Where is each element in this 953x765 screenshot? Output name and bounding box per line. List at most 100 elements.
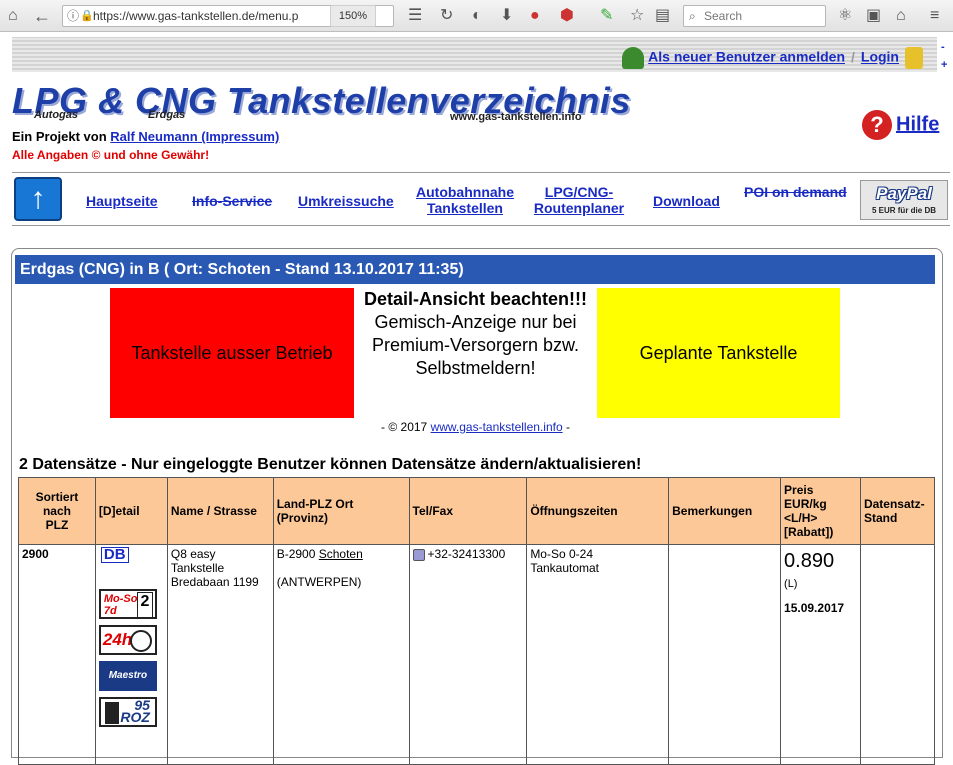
copyright-link[interactable]: www.gas-tankstellen.info	[431, 420, 563, 434]
col-status-line2: Stand	[863, 511, 898, 525]
screenshot-icon[interactable]: ⚛	[838, 6, 852, 26]
project-prefix: Ein Projekt von	[12, 129, 111, 144]
cell-detail: DB Mo-So 7d 2 24h Maestro 95 ROZ	[94, 544, 168, 765]
badge-fuel-icon: 95 ROZ	[98, 697, 157, 727]
legend-detail-bold: Detail-Ansicht beachten!!!	[363, 289, 588, 309]
col-status-line1: Datensatz-	[863, 497, 925, 511]
download-icon[interactable]: ⬇	[500, 6, 513, 26]
col-price-line1: Preis	[784, 483, 814, 497]
logo-url: www.gas-tankstellen.info	[450, 111, 582, 123]
project-line: Ein Projekt von Ralf Neumann (Impressum)	[12, 129, 279, 144]
price-date: 15.09.2017	[784, 601, 845, 615]
name-line1: Q8 easy	[170, 547, 216, 561]
register-link[interactable]: Als neuer Benutzer anmelden	[648, 49, 845, 65]
up-arrow-icon[interactable]: ↑	[14, 177, 62, 221]
lock-icon: 🔒	[80, 10, 94, 22]
nav-hauptseite[interactable]: Hauptseite	[86, 193, 158, 209]
cell-hours: Mo-So 0-24 Tankautomat	[526, 544, 670, 765]
section-title: Erdgas (CNG) in B ( Ort: Schoten - Stand…	[15, 255, 935, 284]
price-unit: (L)	[784, 578, 798, 590]
name-line3: Bredabaan 1199	[170, 575, 259, 589]
paypal-sub: 5 EUR für die DB	[871, 206, 936, 215]
search-icon: ⌕	[689, 9, 696, 23]
col-sorted-line3: PLZ	[45, 518, 69, 532]
extension-icon[interactable]: ◐	[472, 6, 482, 26]
legend-planned: Geplante Tankstelle	[597, 288, 840, 418]
addon-icon[interactable]: ●	[530, 6, 540, 26]
cell-tel: +32-32413300	[408, 544, 528, 765]
search-placeholder: Search	[704, 9, 743, 23]
disclaimer: Alle Angaben © und ohne Gewähr!	[12, 148, 210, 162]
nav-download[interactable]: Download	[653, 193, 720, 209]
login-link[interactable]: Login	[861, 49, 899, 65]
detail-link[interactable]: DB	[100, 547, 129, 563]
cell-remarks	[668, 544, 782, 765]
help-link[interactable]: Hilfe	[896, 113, 939, 135]
logo-erdgas: Erdgas	[148, 109, 186, 121]
reload-icon[interactable]: ↻	[440, 6, 453, 26]
col-price-line2: EUR/kg	[784, 497, 827, 511]
col-land-line2: (Provinz)	[276, 511, 329, 525]
home-icon[interactable]: ⌂	[8, 6, 18, 26]
browser-toolbar: ⌂ ← ⓘ 🔒 https://www.gas-tankstellen.de/m…	[0, 0, 953, 32]
help-icon[interactable]: ?	[862, 110, 892, 140]
sidebar-icon[interactable]: ▣	[866, 6, 881, 26]
nav-poi-on-demand[interactable]: POI on demand	[744, 184, 847, 200]
padlock-icon	[905, 47, 923, 69]
maestro-card-icon: Maestro	[98, 661, 157, 691]
home-page-icon[interactable]: ⌂	[896, 6, 906, 26]
nav-autobahnnahe[interactable]: Autobahnnahe Tankstellen	[412, 184, 518, 216]
url-text: https://www.gas-tankstellen.de/menu.p	[93, 9, 299, 23]
badge-7d-text: 7d	[103, 605, 117, 617]
paypal-logo: PayPal	[876, 184, 932, 203]
info-icon[interactable]: ⓘ	[67, 6, 79, 26]
nav-divider-top	[12, 172, 950, 173]
paypal-button[interactable]: PayPal 5 EUR für die DB	[860, 180, 948, 220]
legend-out-of-service: Tankstelle ausser Betrieb	[110, 288, 354, 418]
copyright-prefix: - © 2017	[381, 420, 431, 434]
col-land: Land-PLZ Ort (Provinz)	[272, 477, 410, 545]
col-sorted-line2: nach	[42, 504, 71, 518]
badge-24h-icon: 24h	[98, 625, 157, 655]
badge-roz-text: ROZ	[120, 709, 150, 725]
phone-icon	[412, 548, 425, 561]
col-price: Preis EUR/kg <L/H> [Rabatt])	[780, 477, 861, 545]
bookmark-star-icon[interactable]: ☆	[630, 6, 644, 26]
hours-line1: Mo-So 0-24	[530, 547, 594, 561]
col-tel: Tel/Fax	[408, 477, 528, 545]
nav-umkreissuche[interactable]: Umkreissuche	[298, 193, 394, 209]
cell-name: Q8 easy Tankstelle Bredabaan 1199	[166, 544, 274, 765]
badge-moso-text: Mo-So	[103, 593, 138, 605]
col-sorted[interactable]: Sortiert nach PLZ	[18, 477, 96, 545]
account-links: Als neuer Benutzer anmelden / Login	[622, 47, 923, 69]
col-price-line3: <L/H>	[784, 511, 818, 525]
back-icon[interactable]: ←	[33, 6, 51, 26]
nav-routenplaner[interactable]: LPG/CNG- Routenplaner	[528, 184, 630, 216]
fuel-pump-icon	[104, 702, 119, 724]
nav-routenplaner-line1: LPG/CNG-	[544, 184, 614, 200]
library-icon[interactable]: ▤	[655, 6, 670, 26]
addon2-icon[interactable]: ✎	[600, 6, 613, 26]
expand-button[interactable]: +	[941, 60, 947, 71]
separator: /	[851, 48, 855, 65]
zoom-level[interactable]: 150%	[330, 5, 376, 27]
impressum-link[interactable]: Ralf Neumann (Impressum)	[110, 129, 279, 144]
badge-mo-so-icon: Mo-So 7d 2	[98, 589, 157, 619]
tel-number: +32-32413300	[427, 547, 506, 561]
menu-icon[interactable]: ≡	[930, 6, 939, 26]
reader-icon[interactable]: ☰	[408, 6, 422, 26]
nav-info-service[interactable]: Info-Service	[192, 193, 272, 209]
records-title: 2 Datensätze - Nur eingeloggte Benutzer …	[19, 456, 642, 473]
col-detail: [D]etail	[94, 477, 168, 545]
badge-2-text: 2	[136, 592, 153, 617]
collapse-button[interactable]: -	[941, 42, 947, 53]
search-input[interactable]: ⌕ Search	[683, 5, 826, 27]
table-row: 2900 DB Mo-So 7d 2 24h Maestro 95 ROZ Q8 ea…	[18, 544, 936, 765]
legend-detail-note: Detail-Ansicht beachten!!! Gemisch-Anzei…	[354, 288, 597, 380]
ublock-icon[interactable]: ⬢	[560, 6, 574, 26]
price-value: 0.890	[784, 550, 835, 572]
user-add-icon	[622, 47, 645, 69]
province: (ANTWERPEN)	[276, 575, 362, 589]
city-link[interactable]: Schoten	[319, 547, 363, 561]
table-header-row: Sortiert nach PLZ [D]etail Name / Strasse …	[18, 477, 936, 545]
